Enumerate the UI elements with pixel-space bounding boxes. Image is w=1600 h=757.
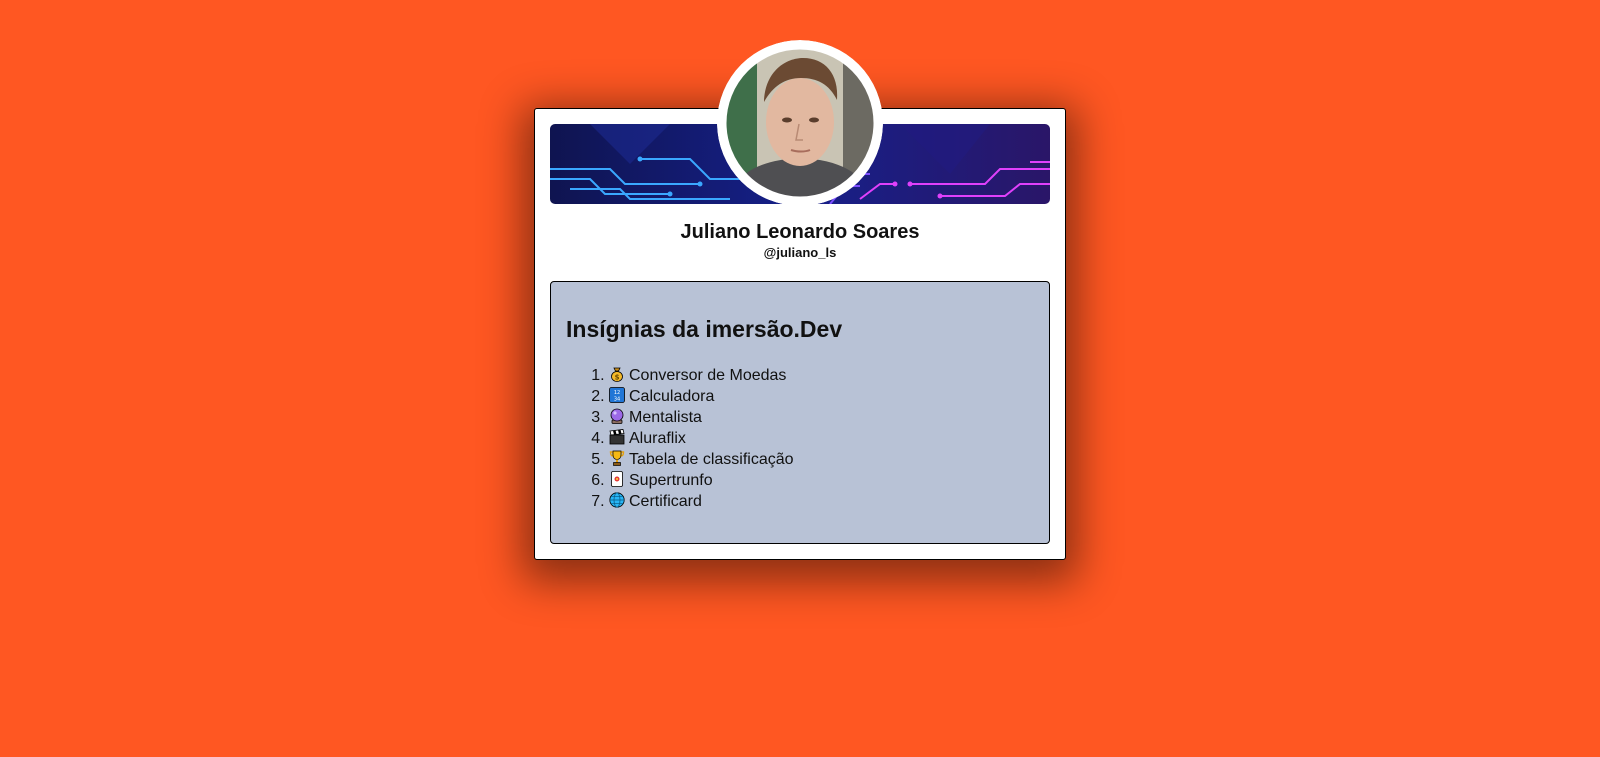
badge-label: Aluraflix xyxy=(629,430,686,447)
trophy-icon xyxy=(609,450,625,466)
badge-label: Mentalista xyxy=(629,409,702,426)
list-item: $ Conversor de Moedas xyxy=(609,365,794,386)
badge-label: Tabela de classificação xyxy=(629,451,794,468)
profile-name: Juliano Leonardo Soares xyxy=(680,221,920,243)
badges-panel: Insígnias da imersão.Dev $ Conversor de … xyxy=(550,281,1050,544)
badge-label: Supertrunfo xyxy=(629,472,713,489)
list-item: 12 34 Calculadora xyxy=(609,386,794,407)
badges-title: Insígnias da imersão.Dev xyxy=(566,316,843,342)
profile-handle: @juliano_ls xyxy=(763,245,837,260)
badge-label: Calculadora xyxy=(629,388,715,405)
crystal-ball-icon xyxy=(609,408,625,424)
globe-icon xyxy=(609,492,625,508)
clapper-board-icon xyxy=(609,429,625,445)
list-item: Tabela de classificação xyxy=(609,449,794,470)
list-item: Mentalista xyxy=(609,407,794,428)
list-item: Certificard xyxy=(609,491,794,512)
badge-label: Certificard xyxy=(629,493,702,510)
svg-text:$: $ xyxy=(615,373,620,381)
badge-label: Conversor de Moedas xyxy=(629,367,787,384)
joker-card-icon xyxy=(609,471,625,487)
badges-list: $ Conversor de Moedas 12 34 Calculadora xyxy=(589,365,794,512)
input-numbers-icon: 12 34 xyxy=(609,387,625,403)
svg-text:12: 12 xyxy=(614,390,620,396)
profile-identity: Juliano Leonardo Soares @juliano_ls xyxy=(535,220,1065,261)
list-item: Supertrunfo xyxy=(609,470,794,491)
list-item: Aluraflix xyxy=(609,428,794,449)
avatar xyxy=(717,40,883,206)
money-bag-icon: $ xyxy=(609,366,625,382)
svg-text:34: 34 xyxy=(614,397,620,403)
